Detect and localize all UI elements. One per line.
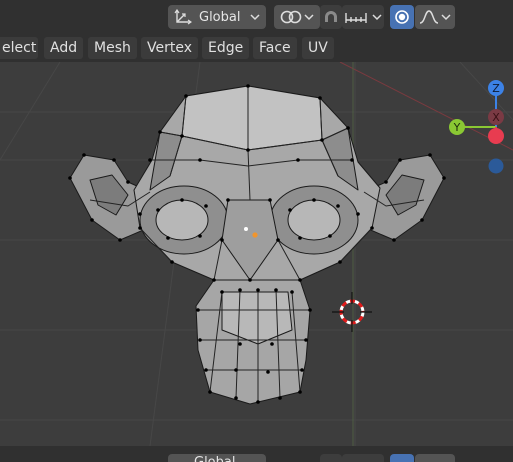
menu-vertex[interactable]: Vertex <box>141 37 199 59</box>
snap-increment-icon <box>345 13 367 23</box>
snap-toggle[interactable] <box>320 5 342 29</box>
menu-edge[interactable]: Edge <box>202 37 250 59</box>
bottom-orientation-label: Global <box>194 454 235 462</box>
3d-viewport[interactable]: Z Y X <box>0 62 513 446</box>
viewport-header: Global <box>0 0 513 34</box>
active-vertex <box>244 227 248 231</box>
proportional-editing-icon <box>395 10 409 24</box>
object-origin-dot <box>252 232 258 238</box>
proportional-editing-toggle[interactable] <box>390 5 414 29</box>
bottom-snap-toggle[interactable] <box>320 454 342 462</box>
viewport-canvas[interactable]: Z Y X <box>0 62 513 446</box>
menu-add[interactable]: Add <box>44 37 84 59</box>
edit-mode-menubar: elect Add Mesh Vertex Edge Face UV <box>0 34 513 62</box>
falloff-curve-icon <box>419 10 439 24</box>
gizmo-x-label: X <box>492 111 500 124</box>
menu-uv[interactable]: UV <box>302 37 334 59</box>
chevron-down-icon <box>304 10 314 25</box>
transform-orientation-dropdown[interactable]: Global <box>168 5 266 29</box>
gizmo-z-label: Z <box>492 82 500 95</box>
orientation-axes-icon <box>174 9 192 25</box>
gizmo-z-axis[interactable]: Z <box>488 80 504 96</box>
pivot-link-icon <box>280 10 302 24</box>
menu-select[interactable]: elect <box>0 37 38 59</box>
pivot-point-dropdown[interactable] <box>274 5 320 29</box>
falloff-dropdown[interactable] <box>415 5 455 29</box>
chevron-down-icon <box>250 10 260 25</box>
gizmo-y-axis[interactable]: Y <box>449 119 465 135</box>
bottom-falloff-dropdown[interactable] <box>415 454 455 462</box>
gizmo-neg-z[interactable] <box>488 158 504 174</box>
menu-mesh[interactable]: Mesh <box>88 37 137 59</box>
magnet-icon <box>325 11 337 22</box>
orientation-label: Global <box>199 9 241 25</box>
bottom-orientation-dropdown[interactable]: Global <box>168 454 266 462</box>
chevron-down-icon <box>372 10 382 25</box>
chevron-down-icon <box>441 10 451 25</box>
bottom-proportional-toggle[interactable] <box>390 454 414 462</box>
bottom-viewport-header: Global <box>0 446 513 462</box>
gizmo-y-label: Y <box>453 121 461 134</box>
bottom-snap-target[interactable] <box>342 454 384 462</box>
snap-target-dropdown[interactable] <box>342 5 384 29</box>
menu-face[interactable]: Face <box>253 37 297 59</box>
